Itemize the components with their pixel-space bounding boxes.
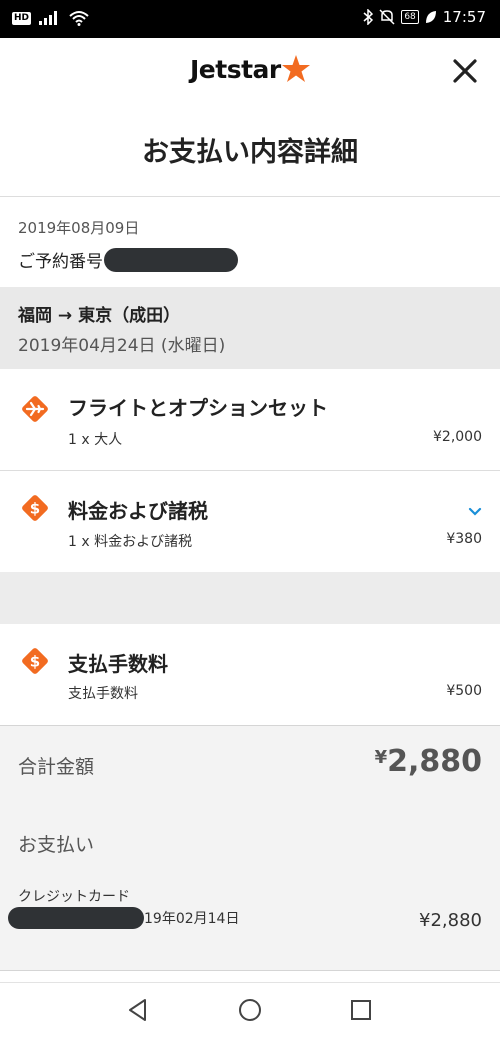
hd-indicator: HD bbox=[12, 11, 32, 25]
redacted-card-info bbox=[8, 907, 144, 929]
dollar-tag-icon: $ bbox=[22, 495, 48, 521]
svg-text:$: $ bbox=[30, 653, 40, 671]
item-price: ¥380 bbox=[446, 531, 482, 547]
jetstar-star-icon bbox=[281, 55, 310, 82]
recents-icon[interactable] bbox=[347, 996, 375, 1024]
close-icon[interactable] bbox=[448, 54, 482, 88]
clock: 17:57 bbox=[442, 8, 486, 26]
payment-row: 19年02月14日 bbox=[8, 907, 239, 929]
svg-text:$: $ bbox=[30, 500, 40, 518]
section-spacer bbox=[0, 572, 500, 624]
list-item: フライトとオプションセット 1 x 大人 ¥2,000 bbox=[0, 370, 500, 470]
battery-icon: 68 bbox=[401, 10, 419, 24]
flight-date: 2019年04月24日 (水曜日) bbox=[18, 336, 226, 356]
chevron-down-icon[interactable] bbox=[468, 507, 482, 517]
system-nav-bar bbox=[0, 982, 500, 1038]
currency-symbol: ¥ bbox=[374, 747, 388, 768]
home-icon[interactable] bbox=[236, 996, 264, 1024]
flight-route-section: 福岡 → 東京（成田） 2019年04月24日 (水曜日) bbox=[0, 287, 500, 369]
item-detail: 支払手数料 bbox=[68, 686, 138, 702]
booking-date: 2019年08月09日 bbox=[18, 219, 140, 237]
page-title: お支払い内容詳細 bbox=[142, 137, 358, 168]
total-value: 2,880 bbox=[387, 744, 482, 779]
app-header: Jetstar お支払い内容詳細 bbox=[0, 38, 500, 197]
item-detail: 1 x 大人 bbox=[68, 432, 123, 448]
plane-tag-icon bbox=[22, 396, 48, 422]
back-icon[interactable] bbox=[125, 996, 153, 1024]
route-title: 福岡 → 東京（成田） bbox=[18, 306, 181, 326]
item-title: 料金および諸税 bbox=[68, 499, 208, 523]
list-item: $ 支払手数料 支払手数料 ¥500 bbox=[0, 624, 500, 724]
jetstar-logo: Jetstar bbox=[190, 54, 311, 84]
payment-date: 19年02月14日 bbox=[144, 911, 240, 927]
redacted-booking-number bbox=[104, 247, 238, 272]
total-amount: ¥2,880 bbox=[375, 744, 482, 779]
item-detail: 1 x 料金および諸税 bbox=[68, 534, 193, 550]
item-title: 支払手数料 bbox=[68, 652, 168, 676]
payment-section: お支払い クレジットカード 19年02月14日 ¥2,880 bbox=[0, 804, 500, 971]
item-price: ¥500 bbox=[446, 683, 482, 699]
signal-icon bbox=[39, 11, 58, 25]
mute-icon bbox=[379, 9, 395, 25]
payment-heading: お支払い bbox=[18, 834, 95, 856]
total-label: 合計金額 bbox=[18, 756, 95, 778]
logo-text: Jetstar bbox=[190, 54, 281, 84]
wifi-icon bbox=[69, 11, 89, 26]
booking-info: 2019年08月09日 ご予約番号 bbox=[0, 197, 500, 287]
dollar-tag-icon: $ bbox=[22, 648, 48, 674]
list-item[interactable]: $ 料金および諸税 1 x 料金および諸税 ¥380 bbox=[0, 471, 500, 572]
leaf-icon bbox=[425, 11, 436, 23]
item-title: フライトとオプションセット bbox=[68, 396, 328, 420]
booking-ref-label: ご予約番号 bbox=[18, 252, 103, 272]
total-section: 合計金額 ¥2,880 bbox=[0, 725, 500, 805]
payment-method: クレジットカード bbox=[18, 889, 130, 905]
payment-amount: ¥2,880 bbox=[419, 910, 482, 931]
booking-reference: ご予約番号 bbox=[18, 247, 238, 272]
bluetooth-icon bbox=[363, 9, 374, 25]
status-bar: HD 68 17:57 bbox=[0, 0, 500, 38]
item-price: ¥2,000 bbox=[433, 429, 482, 445]
